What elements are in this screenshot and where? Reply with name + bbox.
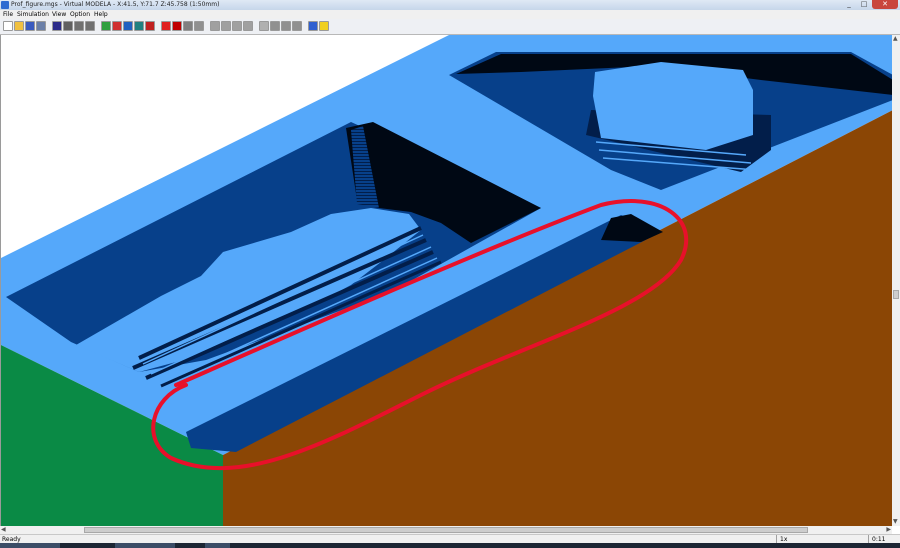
maximize-button[interactable]: □ <box>857 0 871 9</box>
shade2-icon[interactable] <box>194 21 204 31</box>
view-iso-icon[interactable] <box>243 21 253 31</box>
view-right-icon[interactable] <box>221 21 231 31</box>
simulation-start-icon[interactable] <box>52 21 62 31</box>
render-color-icon[interactable] <box>172 21 182 31</box>
status-divider <box>868 535 869 543</box>
right-pocket-boss <box>593 62 753 150</box>
vertical-scrollbar[interactable]: ▲ ▼ <box>892 35 900 526</box>
menu-simulation[interactable]: Simulation <box>17 10 49 19</box>
scroll-right-icon[interactable]: ▶ <box>886 526 891 534</box>
menu-file[interactable]: File <box>3 10 13 19</box>
print-icon[interactable] <box>36 21 46 31</box>
horizontal-scrollbar[interactable]: ◀ ▶ <box>0 526 892 534</box>
menu-help[interactable]: Help <box>94 10 108 19</box>
open-file-icon[interactable] <box>14 21 24 31</box>
window-controls: _ □ ✕ <box>841 0 898 10</box>
vertical-scroll-thumb[interactable] <box>893 290 899 299</box>
rotate-icon[interactable] <box>281 21 291 31</box>
scroll-up-icon[interactable]: ▲ <box>893 35 898 43</box>
horizontal-scroll-thumb[interactable] <box>84 527 808 533</box>
os-taskbar <box>0 543 900 548</box>
new-file-icon[interactable] <box>3 21 13 31</box>
toolbar <box>0 19 900 35</box>
view-top-icon[interactable] <box>232 21 242 31</box>
menu-bar: File Simulation View Option Help <box>0 10 900 19</box>
save-icon[interactable] <box>25 21 35 31</box>
shade-icon[interactable] <box>183 21 193 31</box>
app-icon <box>1 1 9 9</box>
step-icon[interactable] <box>74 21 84 31</box>
scroll-down-icon[interactable]: ▼ <box>893 518 898 526</box>
tool-icon[interactable] <box>123 21 133 31</box>
light-icon[interactable] <box>319 21 329 31</box>
status-divider <box>776 535 777 543</box>
color-palette-icon[interactable] <box>308 21 318 31</box>
end-icon[interactable] <box>85 21 95 31</box>
view-front-icon[interactable] <box>210 21 220 31</box>
minimize-button[interactable]: _ <box>842 0 856 9</box>
zoom-in-icon[interactable] <box>259 21 269 31</box>
machined-part-render <box>1 35 893 526</box>
3d-icon[interactable] <box>145 21 155 31</box>
simulation-stop-icon[interactable] <box>63 21 73 31</box>
title-bar: Prof_figure.mgs - Virtual MODELA - X:41.… <box>0 0 900 10</box>
zoom-out-icon[interactable] <box>270 21 280 31</box>
menu-view[interactable]: View <box>52 10 66 19</box>
close-button[interactable]: ✕ <box>872 0 898 9</box>
simulation-viewport[interactable] <box>0 35 893 526</box>
cut-icon[interactable] <box>134 21 144 31</box>
taskbar-item[interactable] <box>205 543 230 548</box>
taskbar-item[interactable] <box>115 543 175 548</box>
fit-icon[interactable] <box>292 21 302 31</box>
scroll-left-icon[interactable]: ◀ <box>1 526 6 534</box>
window-title: Prof_figure.mgs - Virtual MODELA - X:41.… <box>11 1 220 8</box>
material-icon[interactable] <box>112 21 122 31</box>
render-red-icon[interactable] <box>161 21 171 31</box>
toolpath-icon[interactable] <box>101 21 111 31</box>
menu-option[interactable]: Option <box>70 10 90 19</box>
taskbar-item[interactable] <box>0 543 60 548</box>
